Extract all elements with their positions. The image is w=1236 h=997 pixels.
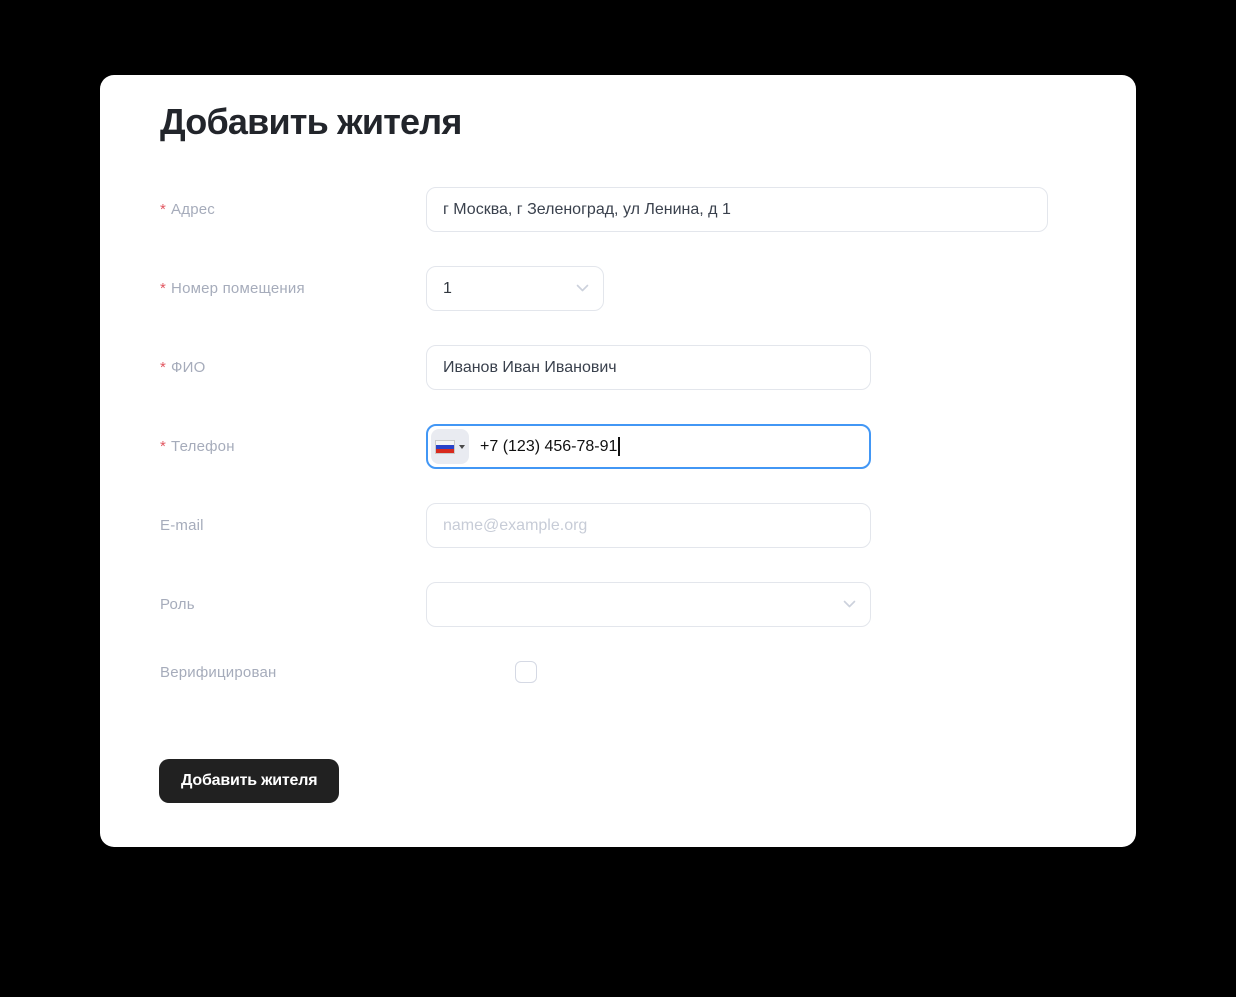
field-row-email: E-mail [160, 503, 1048, 548]
russia-flag-icon [435, 439, 455, 454]
required-asterisk: * [160, 438, 167, 455]
field-row-address: * Адрес [160, 187, 1048, 232]
required-asterisk: * [160, 280, 167, 297]
phone-input[interactable]: +7 (123) 456-78-91 [426, 424, 871, 469]
full-name-input[interactable] [426, 345, 871, 390]
add-resident-form: *Адрес *Номер помещения 1 *ФИО [160, 187, 1048, 683]
full-name-label: * ФИО [160, 359, 206, 376]
required-asterisk: * [160, 201, 167, 218]
verified-checkbox[interactable] [515, 661, 537, 683]
field-row-phone: * Телефон +7 (123) 456-78-91 [160, 424, 1048, 469]
text-cursor [618, 437, 620, 456]
role-select[interactable] [426, 582, 871, 627]
field-row-full-name: * ФИО [160, 345, 1048, 390]
address-input[interactable] [426, 187, 1048, 232]
phone-value: +7 (123) 456-78-91 [480, 437, 618, 455]
add-resident-submit-button[interactable]: Добавить жителя [159, 759, 340, 803]
email-input[interactable] [426, 503, 871, 548]
field-row-role: Роль [160, 582, 1048, 627]
add-resident-card: Добавить жителя *Адрес *Номер помещения … [100, 75, 1136, 847]
address-label: * Адрес [160, 201, 215, 218]
role-label: Роль [160, 596, 195, 613]
chevron-down-icon [843, 600, 856, 609]
flag-dropdown-arrow-icon [459, 444, 465, 449]
chevron-down-icon [576, 284, 589, 293]
verified-label: Верифицирован [160, 663, 277, 681]
field-row-verified: Верифицирован [160, 661, 1048, 683]
room-label: * Номер помещения [160, 280, 305, 297]
room-select-value: 1 [443, 279, 452, 297]
room-select[interactable]: 1 [426, 266, 604, 311]
field-row-room: * Номер помещения 1 [160, 266, 1048, 311]
country-select-button[interactable] [431, 429, 469, 464]
phone-label: * Телефон [160, 438, 235, 455]
required-asterisk: * [160, 359, 167, 376]
email-label: E-mail [160, 517, 204, 534]
page-title: Добавить жителя [160, 101, 462, 142]
